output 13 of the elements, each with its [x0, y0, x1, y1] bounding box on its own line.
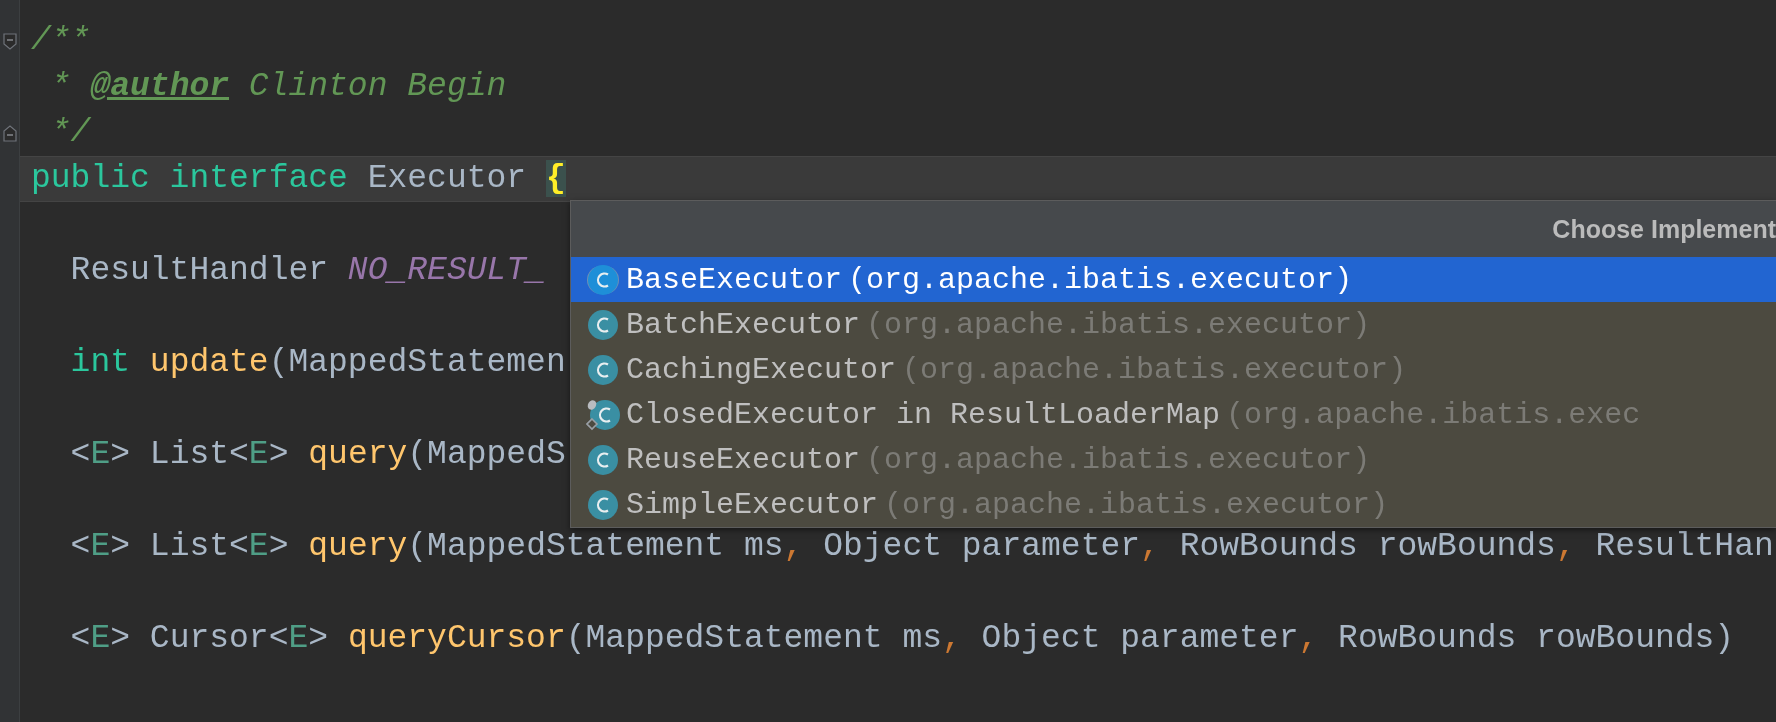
- fold-marker-icon[interactable]: [1, 31, 18, 51]
- code-line: public interface Executor {: [30, 159, 566, 199]
- code-line: int update(MappedStatemen: [69, 343, 566, 383]
- popup-title: Choose Implement: [1552, 214, 1776, 244]
- code-line: ResultHandler NO_RESULT_: [69, 251, 546, 291]
- code-line: */: [49, 113, 91, 153]
- implementation-item[interactable]: BaseExecutor (org.apache.ibatis.executor): [571, 257, 1776, 302]
- code-line: <E> Cursor<E> queryCursor(MappedStatement ms, Object parameter, RowBounds rowBounds): [69, 619, 1735, 659]
- code-line: * @author Clinton Begin: [49, 67, 507, 107]
- fold-marker-icon[interactable]: [1, 123, 18, 143]
- code-line: /**: [30, 21, 91, 61]
- code-line: <E> List<E> query(MappedStatement ms, Object parameter, RowBounds rowBounds, ResultHan: [69, 527, 1774, 567]
- code-line: <E> List<E> query(MappedS: [69, 435, 566, 475]
